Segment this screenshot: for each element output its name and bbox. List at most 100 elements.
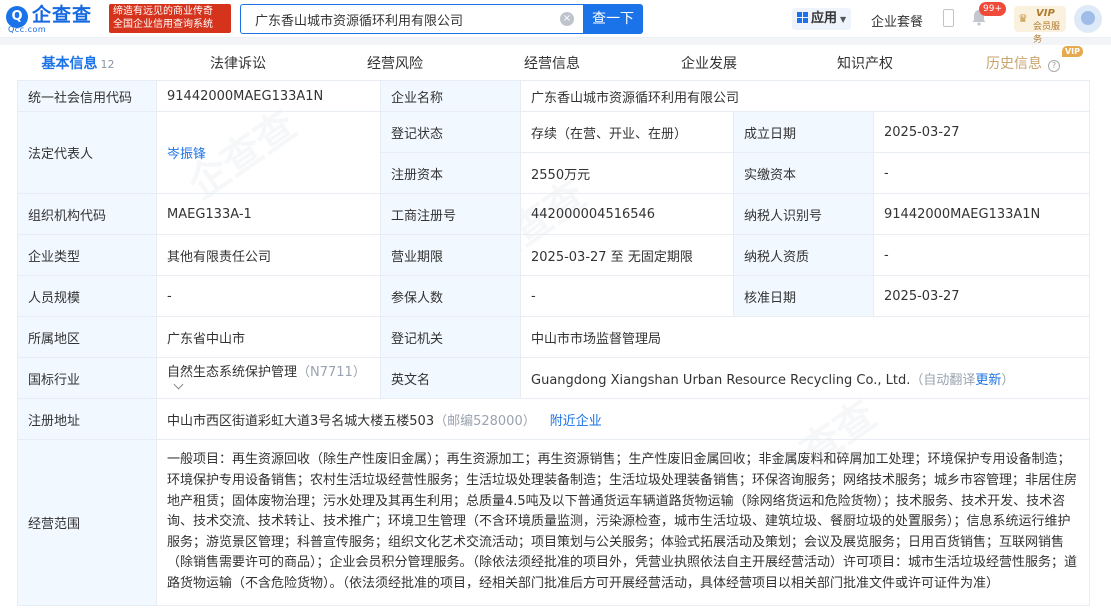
basic-info-panel: 企查查 企查查 企查查 企查查 统一社会信用代码 91442000MAEG133… [0, 80, 1111, 612]
app-menu-button[interactable]: 应用 ▼ [792, 8, 852, 30]
credit-code-value: 91442000MAEG133A1N [156, 80, 381, 112]
user-avatar[interactable] [1074, 5, 1102, 33]
industry-cell[interactable]: 自然生态系统保护管理（N7711） [156, 357, 381, 399]
status-label: 登记状态 [380, 111, 521, 153]
tab-ip[interactable]: 知识产权 [823, 45, 907, 83]
org-code-value: MAEG133A-1 [156, 193, 381, 235]
slogan-banner: 缔造有远见的商业传奇 全国企业信用查询系统 [109, 4, 231, 33]
tab-basic-info[interactable]: 基本信息 12 [30, 45, 126, 83]
crown-icon: ♛ [1018, 12, 1028, 25]
update-translation-link[interactable]: 更新 [975, 373, 1001, 388]
staff-size-label: 人员规模 [17, 275, 157, 317]
table-row: 所属地区 广东省中山市 登记机关 中山市市场监督管理局 [17, 316, 1091, 358]
logo-text: 企查查 [32, 4, 93, 26]
region-value: 广东省中山市 [156, 316, 381, 358]
qcc-logo[interactable]: Q 企查查 Qcc.com [6, 4, 104, 34]
clear-icon[interactable]: × [560, 12, 574, 26]
app-menu-label: 应用 [811, 11, 838, 26]
reg-authority-label: 登记机关 [380, 316, 521, 358]
vip-label: VIP [1036, 8, 1055, 19]
vip-tag: VIP [1061, 46, 1083, 57]
tab-operation[interactable]: 经营信息 [510, 45, 594, 83]
notification-badge: 99+ [979, 2, 1006, 16]
table-row: 组织机构代码 MAEG133A-1 工商注册号 442000004516546 … [17, 193, 1091, 235]
tab-development[interactable]: 企业发展 [667, 45, 751, 83]
caret-down-icon: ▼ [840, 15, 847, 24]
status-value: 存续（在营、开业、在册） [520, 111, 734, 153]
industry-label: 国标行业 [17, 357, 157, 399]
paid-capital-label: 实缴资本 [733, 152, 874, 194]
approval-date-label: 核准日期 [733, 275, 874, 317]
slogan-line-1: 缔造有远见的商业传奇 [113, 6, 213, 17]
scope-value: 一般项目：再生资源回收（除生产性废旧金属）；再生资源加工；再生资源销售；生产性废… [155, 439, 1091, 606]
insured-value: - [520, 275, 734, 317]
industry-value: 自然生态系统保护管理 [167, 365, 298, 380]
established-value: 2025-03-27 [872, 111, 1091, 153]
taxpayer-qual-value: - [872, 234, 1091, 276]
vip-service-button[interactable]: ♛ VIP 会员服务 [1014, 6, 1066, 45]
established-label: 成立日期 [733, 111, 874, 153]
reg-capital-label: 注册资本 [380, 152, 521, 194]
legal-rep-cell: 岑振锋 [156, 111, 381, 194]
search-input[interactable] [255, 10, 555, 28]
auto-translate-close: ） [1001, 372, 1015, 388]
mobile-phone-icon[interactable] [943, 9, 954, 27]
industry-code: （N7711） [297, 365, 366, 380]
biz-term-label: 营业期限 [380, 234, 521, 276]
biz-reg-no-value: 442000004516546 [520, 193, 734, 235]
table-row: 人员规模 - 参保人数 - 核准日期 2025-03-27 [17, 275, 1091, 317]
region-label: 所属地区 [17, 316, 157, 358]
legal-rep-link[interactable]: 岑振锋 [167, 147, 206, 162]
package-link[interactable]: 企业套餐 [871, 11, 923, 30]
address-value: 中山市西区街道彩虹大道3号名城大楼五楼503 [167, 413, 435, 429]
tab-history[interactable]: 历史信息? VIP [981, 45, 1083, 83]
company-type-label: 企业类型 [17, 234, 157, 276]
tab-label: 历史信息 [986, 56, 1042, 72]
reg-capital-value: 2550万元 [520, 152, 734, 194]
approval-date-value: 2025-03-27 [872, 275, 1091, 317]
vip-service-label: 会员服务 [1033, 22, 1061, 45]
tab-count: 12 [100, 58, 115, 71]
table-row: 国标行业 自然生态系统保护管理（N7711） 英文名 Guangdong Xia… [17, 357, 1091, 399]
postcode: （邮编528000） [434, 413, 536, 429]
company-name-label: 企业名称 [380, 80, 521, 112]
address-label: 注册地址 [17, 398, 157, 440]
company-name-value: 广东香山城市资源循环利用有限公司 [519, 80, 1091, 112]
grid-icon [797, 12, 808, 23]
tab-label: 基本信息 [41, 56, 98, 72]
taxpayer-id-label: 纳税人识别号 [733, 193, 874, 235]
credit-code-label: 统一社会信用代码 [17, 80, 157, 112]
address-cell: 中山市西区街道彩虹大道3号名城大楼五楼503（邮编528000） 附近企业 [155, 398, 1091, 440]
english-name-label: 英文名 [380, 357, 521, 399]
table-row: 企业类型 其他有限责任公司 营业期限 2025-03-27 至 无固定期限 纳税… [17, 234, 1091, 276]
search-box[interactable]: × [240, 4, 583, 34]
scope-label: 经营范围 [17, 439, 157, 606]
section-tabs: 基本信息 12 法律诉讼 经营风险 经营信息 企业发展 知识产权 历史信息? VI… [0, 45, 1111, 83]
biz-term-value: 2025-03-27 至 无固定期限 [520, 234, 734, 276]
table-row: 经营范围 一般项目：再生资源回收（除生产性废旧金属）；再生资源加工；再生资源销售… [17, 439, 1091, 606]
tab-risk[interactable]: 经营风险 [353, 45, 437, 83]
nearby-companies-link[interactable]: 附近企业 [550, 414, 602, 429]
chevron-down-icon[interactable] [173, 379, 184, 390]
table-row: 统一社会信用代码 91442000MAEG133A1N 企业名称 广东香山城市资… [17, 80, 1091, 112]
staff-size-value: - [156, 275, 381, 317]
search-button[interactable]: 查一下 [583, 4, 643, 34]
company-type-value: 其他有限责任公司 [156, 234, 381, 276]
legal-rep-label: 法定代表人 [17, 111, 157, 194]
english-name-value: Guangdong Xiangshan Urban Resource Recyc… [531, 372, 911, 388]
slogan-line-2: 全国企业信用查询系统 [113, 19, 213, 30]
paid-capital-value: - [872, 152, 1091, 194]
auto-translate-note: （自动翻译 [910, 372, 976, 388]
english-name-cell: Guangdong Xiangshan Urban Resource Recyc… [519, 357, 1091, 399]
reg-authority-value: 中山市市场监督管理局 [519, 316, 1091, 358]
biz-reg-no-label: 工商注册号 [380, 193, 521, 235]
tab-legal[interactable]: 法律诉讼 [196, 45, 280, 83]
basic-info-table: 统一社会信用代码 91442000MAEG133A1N 企业名称 广东香山城市资… [17, 80, 1091, 606]
help-icon[interactable]: ? [1048, 60, 1060, 72]
table-row: 注册地址 中山市西区街道彩虹大道3号名城大楼五楼503（邮编528000） 附近企… [17, 398, 1091, 440]
table-row: 法定代表人 岑振锋 登记状态 存续（在营、开业、在册） 成立日期 2025-03… [17, 111, 1091, 194]
org-code-label: 组织机构代码 [17, 193, 157, 235]
insured-label: 参保人数 [380, 275, 521, 317]
taxpayer-id-value: 91442000MAEG133A1N [872, 193, 1091, 235]
top-header: Q 企查查 Qcc.com 缔造有远见的商业传奇 全国企业信用查询系统 × 查一… [0, 0, 1111, 45]
